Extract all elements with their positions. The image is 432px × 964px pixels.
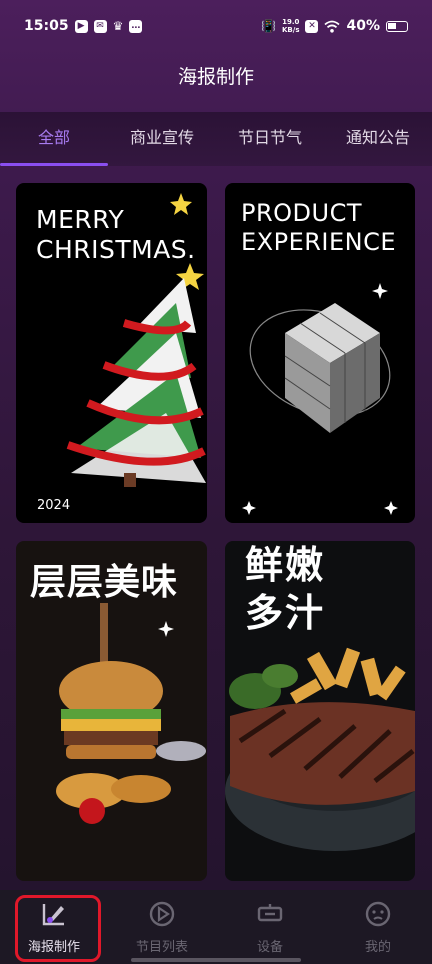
poster-headline-line2: 多汁 [245, 591, 326, 635]
nav-mine[interactable]: 我的 [324, 890, 432, 964]
status-left: 15:05 ▶ ✉ ♛ … [24, 18, 143, 34]
poster-headline: PRODUCT EXPERIENCE [241, 199, 396, 257]
play-store-icon: ▶ [74, 19, 88, 33]
vibrate-icon: 📳 [261, 19, 276, 33]
poster-headline: MERRY CHRISTMAS. [36, 205, 196, 265]
tab-notice[interactable]: 通知公告 [324, 112, 432, 166]
poster-headline-line2: CHRISTMAS. [36, 235, 196, 264]
battery-percent: 40% [346, 18, 380, 34]
poster-year: 2024 [37, 498, 71, 513]
crown-icon: ♛ [112, 19, 124, 33]
tab-all[interactable]: 全部 [0, 112, 108, 166]
home-indicator[interactable] [131, 958, 301, 962]
device-icon [257, 904, 283, 922]
nav-label: 设备 [256, 940, 283, 955]
status-time: 15:05 [24, 18, 69, 34]
profile-face-icon [365, 901, 391, 927]
poster-headline-line1: 鲜嫩 [245, 543, 326, 587]
network-speed-unit: KB/s [282, 26, 300, 34]
poster-card-product[interactable]: PRODUCT EXPERIENCE [225, 183, 415, 523]
poster-headline-line1: PRODUCT [241, 199, 363, 227]
mail-icon: ✉ [93, 19, 107, 33]
chat-icon: … [129, 19, 143, 33]
nav-program-list[interactable]: 节目列表 [108, 890, 216, 964]
nav-device[interactable]: 设备 [216, 890, 324, 964]
play-circle-icon [149, 901, 175, 927]
poster-headline-line2: EXPERIENCE [241, 228, 397, 256]
wifi-icon [324, 20, 341, 33]
nav-label: 节目列表 [135, 940, 188, 955]
tab-business[interactable]: 商业宣传 [108, 112, 216, 166]
tab-festival[interactable]: 节日节气 [216, 112, 324, 166]
category-tabs: 全部 商业宣传 节日节气 通知公告 [0, 112, 432, 166]
poster-headline: 层层美味 [30, 562, 179, 603]
status-right: 📳 19.0 KB/s ✕ 40% [261, 18, 408, 34]
status-bar: 15:05 ▶ ✉ ♛ … 📳 19.0 KB/s ✕ 40% [0, 0, 432, 52]
network-speed: 19.0 KB/s [282, 18, 299, 34]
page-title: 海报制作 [177, 66, 254, 88]
nav-label: 我的 [364, 940, 391, 955]
poster-card-steak[interactable]: 鲜嫩 多汁 [225, 541, 415, 881]
sim-off-icon: ✕ [305, 19, 319, 33]
poster-headline-line1: MERRY [36, 205, 125, 234]
battery-icon [386, 20, 408, 32]
network-speed-value: 19.0 [282, 18, 300, 26]
poster-card-christmas[interactable]: MERRY CHRISTMAS. 2024 [16, 183, 207, 523]
poster-headline: 鲜嫩 多汁 [245, 541, 325, 637]
active-nav-highlight [15, 895, 101, 962]
poster-card-burger[interactable]: 层层美味 [16, 541, 207, 881]
